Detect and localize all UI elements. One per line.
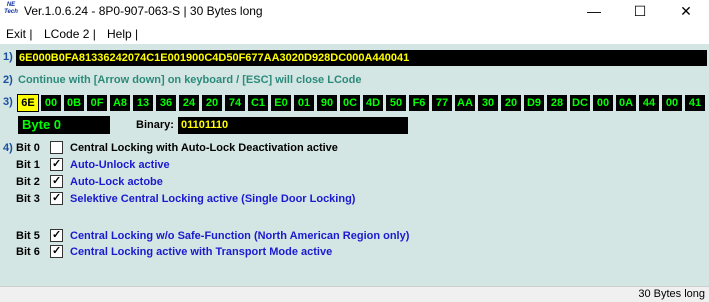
byte-cell[interactable]: C1 bbox=[248, 95, 268, 111]
checkmark-icon: ✓ bbox=[52, 158, 62, 170]
selected-byte-label: Byte 0 bbox=[18, 116, 110, 134]
checkmark-icon: ✓ bbox=[52, 192, 62, 204]
title-bar: NE Tech Ver.1.0.6.24 - 8P0-907-063-S | 3… bbox=[0, 0, 709, 22]
byte-cell[interactable]: F6 bbox=[409, 95, 429, 111]
bit-description: Central Locking w/o Safe-Function (North… bbox=[70, 230, 410, 242]
bit-description: Central Locking with Auto-Lock Deactivat… bbox=[70, 142, 338, 154]
hex-code-field[interactable]: 6E000B0FA81336242074C1E001900C4D50F677AA… bbox=[16, 50, 707, 66]
bit-label: Bit 0 bbox=[16, 142, 40, 154]
binary-label: Binary: bbox=[136, 119, 174, 131]
step-3-label: 3) bbox=[3, 96, 13, 108]
bit-checkbox[interactable]: ✓ bbox=[50, 229, 63, 242]
bit-checkbox[interactable]: ✓ bbox=[50, 245, 63, 258]
binary-value-field: 01101110 bbox=[178, 117, 408, 134]
bit-description: Central Locking active with Transport Mo… bbox=[70, 246, 333, 258]
byte-cell[interactable]: 44 bbox=[639, 95, 659, 111]
bit-label: Bit 5 bbox=[16, 230, 40, 242]
bit-label: Bit 3 bbox=[16, 193, 40, 205]
byte-cell[interactable]: 74 bbox=[225, 95, 245, 111]
menu-bar: Exit | LCode 2 | Help | bbox=[0, 22, 709, 44]
bit-description: Auto-Lock actobe bbox=[70, 176, 163, 188]
byte-cell[interactable]: 30 bbox=[478, 95, 498, 111]
checkmark-icon: ✓ bbox=[52, 229, 62, 241]
minimize-button[interactable]: — bbox=[571, 0, 617, 22]
byte-cell[interactable]: 41 bbox=[685, 95, 705, 111]
bit-description: Selektive Central Locking active (Single… bbox=[70, 193, 356, 205]
bit-label: Bit 6 bbox=[16, 246, 40, 258]
byte-cell[interactable]: 6E bbox=[17, 94, 39, 112]
byte-cell[interactable]: 0C bbox=[340, 95, 360, 111]
app-logo-icon: NE Tech bbox=[4, 2, 18, 15]
close-button[interactable]: ✕ bbox=[663, 0, 709, 22]
byte-cell[interactable]: 20 bbox=[501, 95, 521, 111]
byte-cell[interactable]: 50 bbox=[386, 95, 406, 111]
step-4-label: 4) bbox=[3, 142, 13, 154]
byte-cell[interactable]: DC bbox=[570, 95, 590, 111]
byte-cell[interactable]: 13 bbox=[133, 95, 153, 111]
bit-checkbox[interactable] bbox=[50, 141, 63, 154]
bit-description: Auto-Unlock active bbox=[70, 159, 170, 171]
menu-lcode2[interactable]: LCode 2 | bbox=[44, 27, 96, 41]
instruction-text: Continue with [Arrow down] on keyboard /… bbox=[18, 74, 362, 86]
status-text: 30 Bytes long bbox=[638, 288, 705, 300]
byte-cell[interactable]: 00 bbox=[662, 95, 682, 111]
status-bar: 30 Bytes long bbox=[0, 286, 709, 302]
byte-cell[interactable]: 0B bbox=[64, 95, 84, 111]
byte-cell[interactable]: 24 bbox=[179, 95, 199, 111]
bit-checkbox[interactable]: ✓ bbox=[50, 175, 63, 188]
byte-cell[interactable]: 36 bbox=[156, 95, 176, 111]
byte-cell[interactable]: A8 bbox=[110, 95, 130, 111]
byte-cell[interactable]: 28 bbox=[547, 95, 567, 111]
step-2-label: 2) bbox=[3, 74, 13, 86]
window-title: Ver.1.0.6.24 - 8P0-907-063-S | 30 Bytes … bbox=[24, 4, 263, 18]
byte-cell[interactable]: 0F bbox=[87, 95, 107, 111]
bit-checkbox[interactable]: ✓ bbox=[50, 158, 63, 171]
byte-cell[interactable]: 01 bbox=[294, 95, 314, 111]
byte-cell[interactable]: 90 bbox=[317, 95, 337, 111]
byte-cell[interactable]: 0A bbox=[616, 95, 636, 111]
bit-label: Bit 1 bbox=[16, 159, 40, 171]
byte-cell[interactable]: 20 bbox=[202, 95, 222, 111]
byte-cell[interactable]: 77 bbox=[432, 95, 452, 111]
byte-cell[interactable]: 00 bbox=[593, 95, 613, 111]
bit-label: Bit 2 bbox=[16, 176, 40, 188]
step-1-label: 1) bbox=[3, 51, 13, 63]
byte-cell[interactable]: E0 bbox=[271, 95, 291, 111]
menu-exit[interactable]: Exit | bbox=[6, 27, 32, 41]
bit-checkbox[interactable]: ✓ bbox=[50, 192, 63, 205]
byte-cell[interactable]: AA bbox=[455, 95, 475, 111]
byte-cell[interactable]: 4D bbox=[363, 95, 383, 111]
byte-cell[interactable]: D9 bbox=[524, 95, 544, 111]
byte-cell[interactable]: 00 bbox=[41, 95, 61, 111]
maximize-button[interactable]: ☐ bbox=[617, 0, 663, 22]
checkmark-icon: ✓ bbox=[52, 175, 62, 187]
checkmark-icon: ✓ bbox=[52, 245, 62, 257]
menu-help[interactable]: Help | bbox=[107, 27, 138, 41]
